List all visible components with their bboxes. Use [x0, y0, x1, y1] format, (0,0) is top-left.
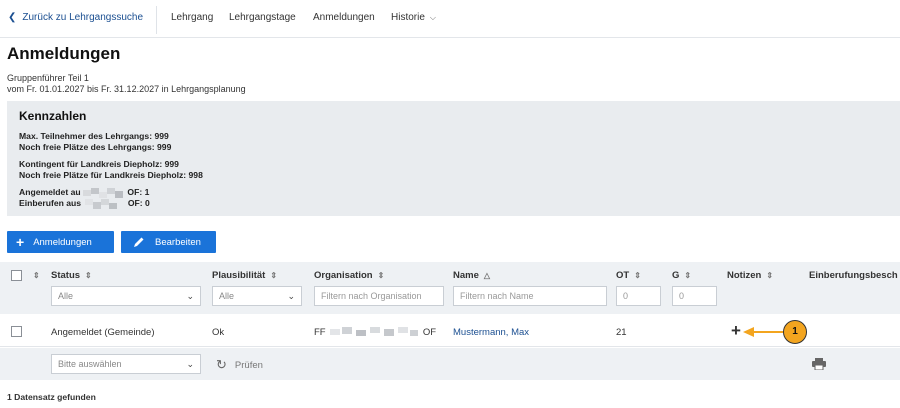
row-organisation: FF OF: [314, 327, 436, 338]
bulk-action-value: Bitte auswählen: [58, 359, 122, 369]
kennzahlen-title: Kennzahlen: [19, 109, 87, 123]
refresh-icon: ↻: [216, 357, 227, 372]
column-header-notes[interactable]: Notizen ⇕: [727, 270, 773, 281]
record-count: 1 Datensatz gefunden: [7, 392, 96, 402]
bulk-action-select[interactable]: Bitte auswählen ⌄: [51, 354, 201, 374]
annotation-arrow: [743, 327, 784, 337]
column-header-call[interactable]: Einberufungsbesch: [809, 270, 898, 281]
chevron-down-icon: ⌵: [429, 13, 436, 22]
status-header-label: Status: [51, 270, 81, 281]
column-header-ot[interactable]: OT ⇕: [616, 270, 641, 281]
back-link-label: Zurück zu Lehrgangssuche: [22, 12, 144, 23]
course-period: vom Fr. 01.01.2027 bis Fr. 31.12.2027 in…: [7, 84, 246, 94]
column-sort-icon[interactable]: ⇕: [33, 270, 40, 281]
row-plausibility: Ok: [212, 327, 225, 338]
redacted-region: [85, 198, 118, 209]
ot-filter-input[interactable]: 0: [616, 286, 661, 306]
sort-icon: ⇕: [634, 271, 641, 280]
annotation-marker: 1: [783, 320, 807, 344]
tab-historie[interactable]: Historie ⌵: [391, 12, 436, 23]
g-filter-input[interactable]: 0: [672, 286, 717, 306]
name-header-label: Name: [453, 270, 479, 281]
course-name: Gruppenführer Teil 1: [7, 73, 89, 83]
row-name-link[interactable]: Mustermann, Max: [453, 327, 529, 338]
plausibility-filter-select[interactable]: Alle ⌄: [212, 286, 302, 306]
chevron-down-icon: ⌄: [186, 291, 194, 301]
sort-icon: ⇕: [270, 271, 278, 280]
add-registration-button[interactable]: + Anmeldungen: [7, 231, 114, 253]
chevron-down-icon: ⌄: [287, 291, 295, 301]
bulk-action-bar: Bitte auswählen ⌄: [0, 348, 900, 380]
nav-divider: [156, 6, 157, 34]
column-header-plausibility[interactable]: Plausibilität ⇕: [212, 270, 277, 281]
edit-label: Bearbeiten: [155, 236, 201, 248]
plausibility-header-label: Plausibilität: [212, 270, 266, 281]
registered-count: Angemeldet au OF: 1: [19, 187, 149, 198]
kennzahlen-panel: Kennzahlen Max. Teilnehmer des Lehrgangs…: [7, 101, 900, 216]
chevron-left-icon: ❮: [8, 12, 17, 23]
page-title: Anmeldungen: [7, 44, 121, 63]
column-header-organisation[interactable]: Organisation ⇕: [314, 270, 384, 281]
plus-icon: +: [16, 234, 25, 250]
notes-header-label: Notizen: [727, 270, 762, 281]
registered-suffix: OF: 1: [127, 187, 150, 197]
status-filter-select[interactable]: Alle ⌄: [51, 286, 201, 306]
chevron-down-icon: ⌄: [186, 359, 194, 369]
top-navigation: ❮ Zurück zu Lehrgangssuche Lehrgang Lehr…: [0, 0, 900, 38]
sort-icon: ⇕: [85, 271, 92, 280]
quota: Kontingent für Landkreis Diepholz: 999: [19, 159, 179, 169]
row-ot: 21: [616, 327, 627, 338]
called-prefix: Einberufen aus: [19, 198, 82, 208]
g-header-label: G: [672, 270, 680, 281]
add-note-button[interactable]: +: [731, 322, 741, 339]
tab-lehrgangstage[interactable]: Lehrgangstage: [229, 12, 296, 23]
max-participants: Max. Teilnehmer des Lehrgangs: 999: [19, 131, 169, 141]
column-header-status[interactable]: Status ⇕: [51, 270, 92, 281]
free-quota: Noch freie Plätze für Landkreis Diepholz…: [19, 170, 203, 180]
tab-anmeldungen[interactable]: Anmeldungen: [313, 12, 375, 23]
organisation-prefix: FF: [314, 327, 326, 338]
redacted-region: [330, 327, 419, 337]
redacted-region: [83, 187, 123, 198]
row-status: Angemeldet (Gemeinde): [51, 327, 155, 338]
edit-button[interactable]: Bearbeiten: [121, 231, 216, 253]
print-icon[interactable]: [812, 358, 826, 370]
sort-icon: ⇕: [684, 271, 692, 280]
called-count: Einberufen aus OF: 0: [19, 198, 150, 209]
row-checkbox[interactable]: [11, 326, 22, 337]
ot-header-label: OT: [616, 270, 630, 281]
pencil-icon: [134, 237, 144, 247]
check-button[interactable]: ↻ Prüfen: [216, 357, 263, 373]
plausibility-filter-value: Alle: [219, 291, 235, 301]
sort-icon: ⇕: [766, 271, 774, 280]
organisation-filter-input[interactable]: Filtern nach Organisation: [314, 286, 444, 306]
called-suffix: OF: 0: [127, 198, 150, 208]
back-to-course-search-link[interactable]: ❮ Zurück zu Lehrgangssuche: [8, 12, 143, 23]
add-registration-label: Anmeldungen: [33, 236, 92, 248]
select-all-checkbox[interactable]: [11, 270, 22, 281]
column-header-g[interactable]: G ⇕: [672, 270, 691, 281]
tab-historie-label: Historie: [391, 12, 425, 23]
check-label: Prüfen: [234, 359, 263, 371]
organisation-header-label: Organisation: [314, 270, 373, 281]
status-filter-value: Alle: [58, 291, 74, 301]
sort-ascending-icon: △: [483, 271, 491, 280]
name-filter-input[interactable]: Filtern nach Name: [453, 286, 607, 306]
registered-prefix: Angemeldet au: [19, 187, 81, 197]
column-header-name[interactable]: Name △: [453, 270, 490, 281]
organisation-suffix: OF: [422, 327, 437, 338]
free-places: Noch freie Plätze des Lehrgangs: 999: [19, 142, 172, 152]
tab-lehrgang[interactable]: Lehrgang: [171, 12, 213, 23]
sort-icon: ⇕: [377, 271, 385, 280]
